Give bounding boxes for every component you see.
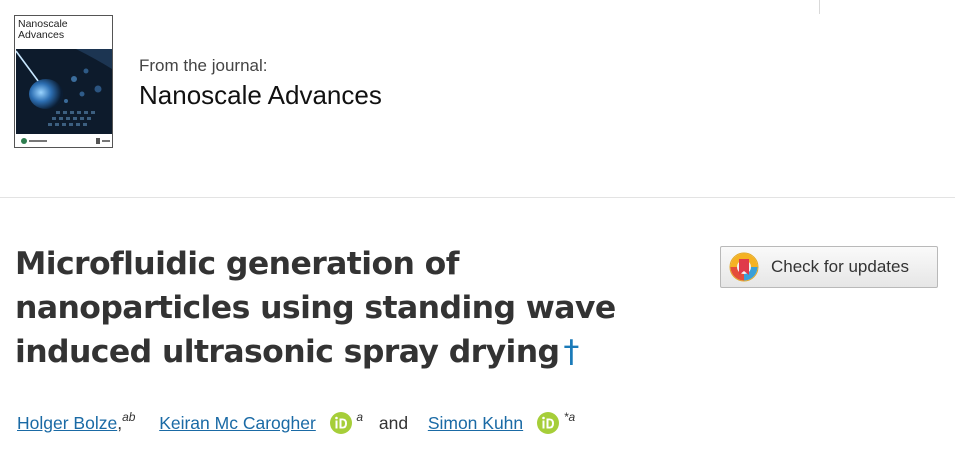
author-link-keiran-mc-carogher[interactable]: Keiran Mc Carogher	[159, 413, 316, 433]
crossmark-icon	[729, 252, 759, 282]
author-link-holger-bolze[interactable]: Holger Bolze	[17, 413, 117, 433]
affiliation-marker[interactable]: *a	[564, 410, 575, 424]
electronic-supplementary-dagger[interactable]: †	[563, 334, 579, 370]
check-for-updates-label: Check for updates	[771, 257, 909, 276]
cover-footer-logos	[16, 135, 112, 147]
check-for-updates-button[interactable]: Check for updates	[720, 246, 938, 288]
author-link-simon-kuhn[interactable]: Simon Kuhn	[428, 413, 523, 433]
from-journal-label: From the journal:	[139, 56, 268, 75]
orcid-icon[interactable]	[536, 412, 559, 434]
journal-cover-image[interactable]: Nanoscale Advances	[14, 15, 113, 148]
author-joiner: and	[378, 413, 409, 433]
article-title-text: Microfluidic generation of nanoparticles…	[15, 246, 616, 370]
cover-artwork	[16, 49, 112, 134]
affiliation-marker[interactable]: ab	[122, 410, 135, 424]
journal-info: From the journal: Nanoscale Advances	[139, 56, 382, 111]
author-list: Holger Bolze,ab Keiran Mc Carogher a and…	[17, 410, 575, 434]
header-divider-line	[819, 0, 820, 14]
orcid-icon[interactable]	[329, 412, 352, 434]
journal-name[interactable]: Nanoscale Advances	[139, 80, 382, 111]
article-title: Microfluidic generation of nanoparticles…	[15, 242, 635, 374]
section-divider	[0, 197, 955, 198]
cover-title-line-2: Advances	[18, 29, 65, 41]
affiliation-marker[interactable]: a	[356, 410, 363, 424]
cover-title: Nanoscale Advances	[18, 19, 68, 41]
